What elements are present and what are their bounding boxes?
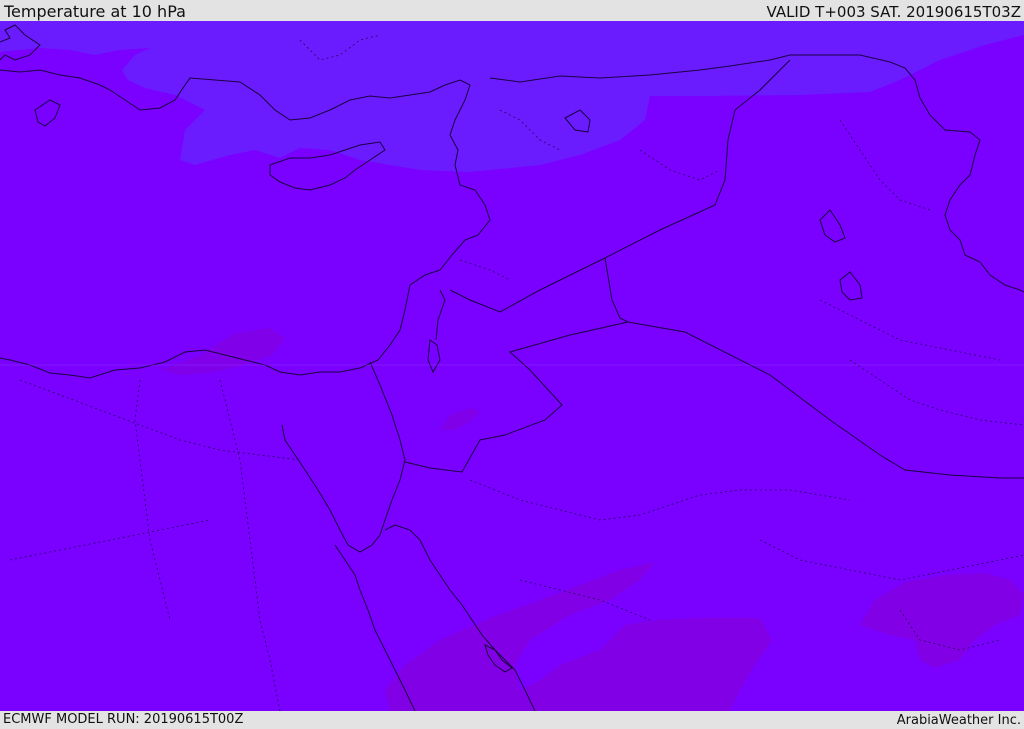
credit-label: ArabiaWeather Inc. xyxy=(896,713,1021,728)
header-bar: Temperature at 10 hPa VALID T+003 SAT. 2… xyxy=(0,0,1024,21)
footer-bar: ECMWF MODEL RUN: 20190615T00Z ArabiaWeat… xyxy=(0,711,1024,729)
map-canvas xyxy=(0,21,1024,711)
model-run-label: ECMWF MODEL RUN: 20190615T00Z xyxy=(3,712,244,727)
valid-time: VALID T+003 SAT. 20190615T03Z xyxy=(766,3,1021,21)
temperature-map[interactable] xyxy=(0,21,1024,711)
map-title: Temperature at 10 hPa xyxy=(4,2,186,21)
